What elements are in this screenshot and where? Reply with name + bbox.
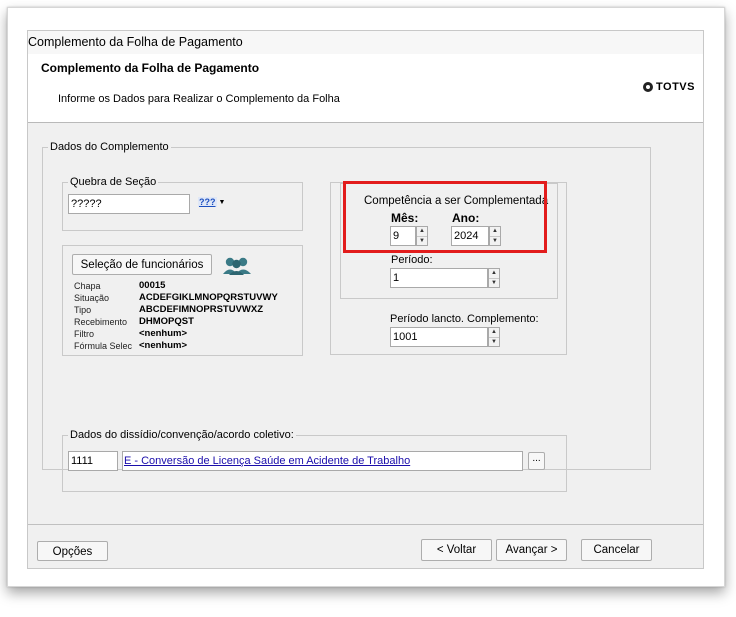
dissidio-description-link[interactable]: E - Conversão de Licença Saúde em Aciden… [124, 453, 410, 469]
selecao-funcionarios-button[interactable]: Seleção de funcionários [72, 254, 212, 275]
people-group-icon [223, 257, 251, 275]
lookup-icon: ??? [198, 197, 217, 207]
dados-complemento-legend: Dados do Complemento [48, 141, 171, 154]
title-bar: Complemento da Folha de Pagamento [28, 31, 703, 54]
totvs-logo-icon [643, 82, 653, 92]
formula-selec-value: <nenhum> [139, 340, 188, 351]
options-button[interactable]: Opções [37, 541, 108, 561]
dissidio-group: Dados do dissídio/convenção/acordo colet… [62, 429, 567, 492]
window-title: Complemento da Folha de Pagamento [28, 35, 243, 49]
cancel-button[interactable]: Cancelar [581, 539, 652, 561]
tipo-value: ABCDEFIMNOPRSTUVWXZ [139, 304, 264, 315]
recebimento-label: Recebimento [74, 317, 128, 327]
page-title: Complemento da Folha de Pagamento [41, 61, 260, 75]
dissidio-code-input[interactable]: 1111 [68, 451, 118, 471]
periodo-spin-up-icon[interactable]: ▲ [489, 269, 499, 278]
wizard-window: Complemento da Folha de Pagamento Comple… [27, 30, 704, 569]
periodo-lancto-spin-up-icon[interactable]: ▲ [489, 328, 499, 337]
dissidio-legend: Dados do dissídio/convenção/acordo colet… [68, 429, 296, 442]
periodo-label: Período: [391, 254, 433, 266]
tipo-label: Tipo [74, 305, 92, 315]
dissidio-description-field: E - Conversão de Licença Saúde em Aciden… [122, 451, 523, 471]
quebra-secao-legend: Quebra de Seção [68, 176, 159, 189]
periodo-spin-down-icon[interactable]: ▼ [489, 277, 499, 288]
chapa-label: Chapa [74, 281, 101, 291]
highlight-box [343, 181, 547, 253]
page-subtitle: Informe os Dados para Realizar o Complem… [58, 93, 340, 105]
situacao-value: ACDEFGIKLMNOPQRSTUVWY [139, 292, 278, 303]
footer-separator [28, 524, 703, 525]
quebra-secao-input[interactable]: ????? [68, 194, 190, 214]
logo-text: TOTVS [656, 81, 695, 93]
recebimento-value: DHMOPQST [139, 316, 194, 327]
periodo-lancto-label: Período lancto. Complemento: [390, 313, 539, 325]
filtro-value: <nenhum> [139, 328, 188, 339]
quebra-secao-group: Quebra de Seção ????? ??? ▼ [62, 176, 303, 231]
periodo-spinner[interactable]: ▲ ▼ [488, 268, 500, 288]
chapa-value: 00015 [139, 280, 166, 291]
periodo-lancto-input[interactable]: 1001 [390, 327, 488, 347]
situacao-label: Situação [74, 293, 110, 303]
filtro-label: Filtro [74, 329, 94, 339]
chevron-down-icon: ▼ [218, 198, 226, 206]
quebra-lookup-button[interactable]: ??? ▼ [198, 197, 225, 207]
periodo-lancto-spinner[interactable]: ▲ ▼ [488, 327, 500, 347]
next-button[interactable]: Avançar > [496, 539, 567, 561]
formula-selec-label: Fórmula Selec [74, 341, 133, 351]
totvs-logo: TOTVS [643, 81, 695, 93]
dissidio-browse-button[interactable]: ... [528, 452, 545, 470]
periodo-input[interactable]: 1 [390, 268, 488, 288]
selecao-funcionarios-group: Seleção de funcionários Chapa 00015 Situ… [62, 245, 303, 356]
wizard-header: Complemento da Folha de Pagamento Inform… [28, 54, 703, 123]
back-button[interactable]: < Voltar [421, 539, 492, 561]
periodo-lancto-spin-down-icon[interactable]: ▼ [489, 336, 499, 347]
